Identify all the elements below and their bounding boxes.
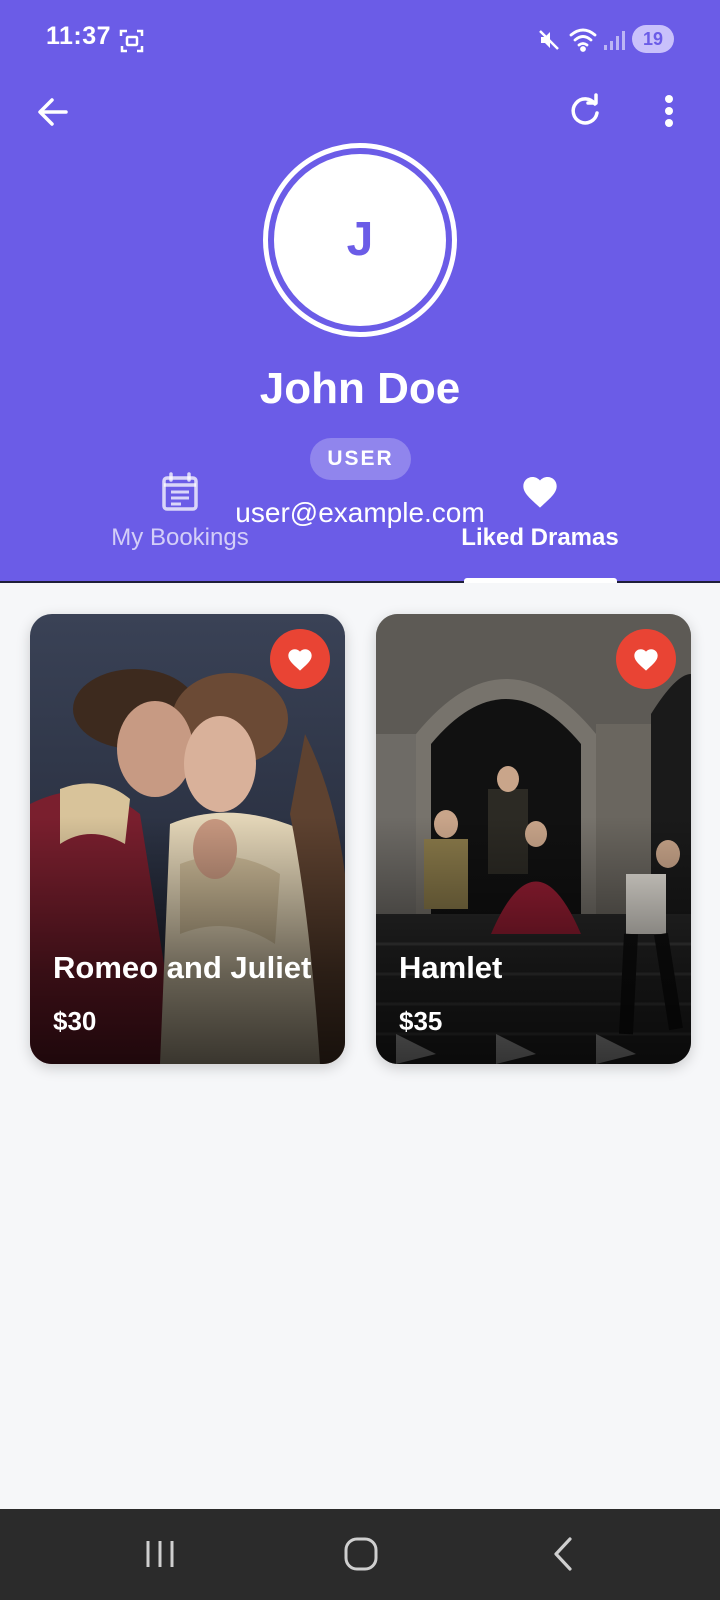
mute-icon [537,28,561,57]
heart-icon [634,649,658,671]
system-navigation-bar [0,1509,720,1600]
battery-indicator: 19 [632,25,674,53]
screenshot-icon [119,28,145,59]
back-arrow-icon[interactable] [36,95,70,134]
refresh-icon[interactable] [568,93,602,134]
profile-header: 11:37 19 J John Doe USER My Bookings Lik… [0,0,720,583]
tab-indicator [464,578,617,583]
like-button[interactable] [616,629,676,689]
drama-title: Romeo and Juliet [53,950,312,985]
heart-icon [288,649,312,671]
more-options-icon[interactable] [664,94,674,133]
home-icon[interactable] [321,1529,401,1579]
drama-price: $35 [399,1006,443,1036]
status-time: 11:37 [46,22,112,50]
avatar: J [274,154,446,326]
wifi-icon [568,26,598,57]
signal-icon [603,29,625,56]
drama-title: Hamlet [399,950,503,985]
drama-card[interactable]: Hamlet $35 [376,614,691,1064]
back-nav-icon[interactable] [522,1529,602,1579]
profile-email: user@example.com [235,497,485,528]
drama-price: $30 [53,1006,97,1036]
profile-name: John Doe [259,364,461,413]
drama-card[interactable]: Romeo and Juliet $30 [30,614,345,1064]
recent-apps-icon[interactable] [120,1529,200,1579]
like-button[interactable] [270,629,330,689]
